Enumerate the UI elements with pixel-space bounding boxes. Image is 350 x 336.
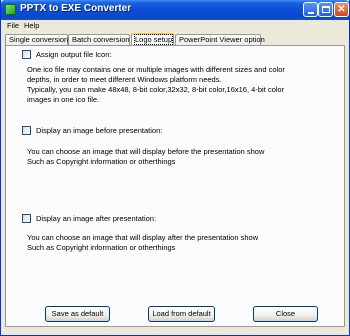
before-description-line: You can choose an image that will displa…	[27, 147, 265, 156]
icon-description-line: Typically, you can make 48x48, 8-bit col…	[27, 85, 285, 94]
icon-description-line: images in one ico file.	[27, 95, 100, 104]
app-window: PPTX to EXE Converter ✕ File Help Single…	[0, 0, 350, 336]
maximize-icon	[322, 6, 330, 13]
menu-file[interactable]: File	[7, 20, 19, 31]
tab-label: PowerPoint Viewer option	[179, 35, 265, 44]
tab-label: Single conversion	[9, 35, 69, 44]
app-icon	[5, 4, 16, 15]
logo-setup-panel: Assign output file Icon: One ico file ma…	[5, 45, 345, 327]
menu-bar: File Help	[1, 20, 349, 31]
tab-batch-conversion[interactable]: Batch conversion	[68, 34, 130, 45]
tab-single-conversion[interactable]: Single conversion	[5, 34, 68, 45]
minimize-button[interactable]	[303, 2, 318, 17]
tab-label: Logo setup	[133, 34, 174, 45]
display-after-checkbox[interactable]	[22, 214, 31, 223]
tab-logo-setup[interactable]: Logo setup	[131, 33, 174, 45]
tab-strip: Single conversion Batch conversion Logo …	[5, 33, 345, 45]
after-description-line: Such as Copyright information or otherth…	[27, 243, 176, 252]
icon-description-line: One ico file may contains one or multipl…	[27, 65, 285, 74]
title-bar[interactable]: PPTX to EXE Converter ✕	[1, 0, 349, 20]
display-before-checkbox[interactable]	[22, 126, 31, 135]
before-description-line: Such as Copyright information or otherth…	[27, 157, 176, 166]
save-as-default-button[interactable]: Save as default	[45, 306, 110, 322]
after-description-line: You can choose an image that will displa…	[27, 233, 259, 242]
minimize-icon	[308, 12, 314, 14]
close-window-button[interactable]: ✕	[334, 2, 349, 17]
load-from-default-button[interactable]: Load from default	[148, 306, 215, 322]
icon-description-line: depths, in order to meet different Windo…	[27, 75, 222, 84]
display-before-label: Display an image before presentation:	[36, 126, 163, 135]
assign-icon-label: Assign output file Icon:	[36, 50, 112, 59]
tab-label: Batch conversion	[72, 35, 130, 44]
display-after-label: Display an image after presentation:	[36, 214, 157, 223]
menu-help[interactable]: Help	[24, 20, 39, 31]
close-button[interactable]: Close	[253, 306, 318, 322]
close-icon: ✕	[337, 4, 346, 15]
tab-powerpoint-viewer-option[interactable]: PowerPoint Viewer option	[175, 34, 265, 45]
maximize-button[interactable]	[318, 2, 333, 17]
assign-icon-checkbox[interactable]	[22, 50, 31, 59]
window-title: PPTX to EXE Converter	[20, 3, 132, 14]
